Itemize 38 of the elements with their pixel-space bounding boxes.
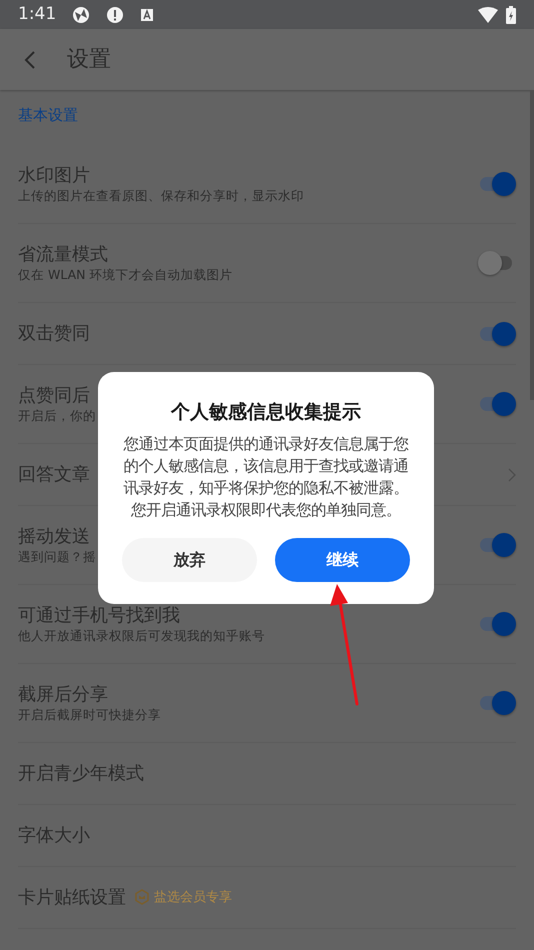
- setting-title: 卡片贴纸设置: [18, 886, 126, 910]
- setting-title: 截屏后分享: [18, 682, 108, 706]
- dialog-title: 个人敏感信息收集提示: [170, 400, 362, 425]
- back-icon: [24, 50, 36, 70]
- setting-title: 开启青少年模式: [18, 762, 144, 786]
- setting-description: 上传的图片在查看原图、保存和分享时，显示水印: [18, 186, 304, 204]
- settings-row[interactable]: 开启青少年模式: [18, 743, 516, 805]
- settings-row[interactable]: 省流量模式 仅在 WLAN 环境下才会自动加载图片: [18, 224, 516, 303]
- setting-title: 点赞同后: [18, 384, 90, 407]
- setting-description: 开启后，你的: [18, 406, 96, 424]
- setting-description: 他人开放通讯录权限后可发现我的知乎账号: [18, 626, 265, 644]
- setting-title: 回答文章: [18, 462, 90, 486]
- settings-row[interactable]: 卡片贴纸设置 盐选会员专享: [18, 867, 516, 929]
- page-title: 设置: [67, 46, 111, 74]
- setting-title: 省流量模式: [18, 242, 108, 266]
- wifi-icon: [478, 6, 498, 22]
- cancel-button[interactable]: 放弃: [122, 538, 257, 582]
- setting-title: 可通过手机号找到我: [18, 604, 180, 627]
- settings-row[interactable]: 字体大小: [18, 805, 516, 867]
- settings-row[interactable]: 水印图片 上传的图片在查看原图、保存和分享时，显示水印: [18, 145, 516, 224]
- setting-description: 仅在 WLAN 环境下才会自动加载图片: [18, 266, 232, 284]
- setting-description: 开启后截屏时可快捷分享: [18, 706, 161, 724]
- setting-description: 遇到问题？摇: [18, 548, 96, 566]
- setting-title: 字体大小: [18, 824, 90, 848]
- dialog-message: 您通过本页面提供的通讯录好友信息属于您的个人敏感信息，该信息用于查找或邀请通讯录好友，知乎将保护您的隐私不被泄露。您开启通讯录权限即代表您的单独同意。: [122, 434, 410, 520]
- setting-title: 双击赞同: [18, 322, 90, 346]
- alert-icon: [106, 6, 124, 24]
- keyboard-icon: [140, 8, 154, 22]
- continue-button[interactable]: 继续: [275, 538, 410, 582]
- status-time: 1:41: [18, 2, 56, 26]
- section-title: 基本设置: [18, 106, 78, 124]
- settings-row[interactable]: 双击赞同: [18, 303, 516, 365]
- battery-icon: [506, 6, 516, 24]
- setting-title: 水印图片: [18, 164, 90, 187]
- settings-row[interactable]: 截屏后分享 开启后截屏时可快捷分享: [18, 664, 516, 743]
- member-label: 盐选会员专享: [154, 888, 232, 907]
- crown-icon: [134, 889, 150, 906]
- setting-title: 摇动发送: [18, 524, 90, 548]
